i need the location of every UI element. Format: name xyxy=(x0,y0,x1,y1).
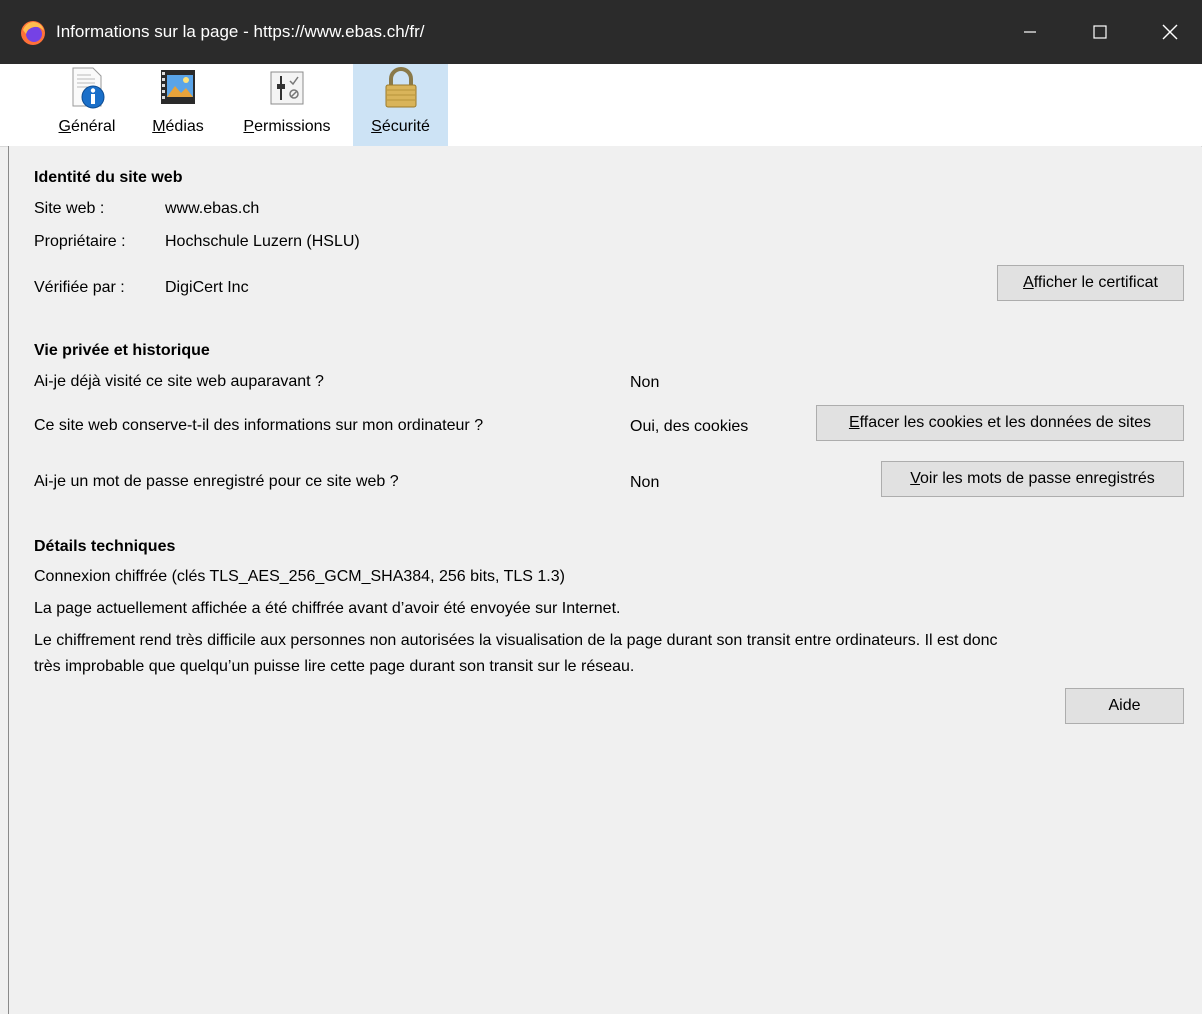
tab-permissions[interactable]: Permissions xyxy=(228,64,346,146)
privacy-heading: Vie privée et historique xyxy=(34,342,210,359)
tab-general[interactable]: Général xyxy=(48,64,126,146)
close-icon xyxy=(1162,24,1178,40)
encryption-explanation-line1: Le chiffrement rend très difficile aux p… xyxy=(34,632,998,649)
identity-heading: Identité du site web xyxy=(34,169,183,186)
visited-answer: Non xyxy=(630,374,660,391)
password-answer: Non xyxy=(630,474,660,491)
permissions-sliders-icon xyxy=(270,71,304,105)
password-question: Ai-je un mot de passe enregistré pour ce… xyxy=(34,473,399,490)
verified-value: DigiCert Inc xyxy=(165,279,249,296)
tab-toolbar: Général Médias Permissions Sécurité xyxy=(0,64,1202,147)
security-panel: Identité du site web Site web : www.ebas… xyxy=(8,146,1201,1014)
info-document-icon xyxy=(72,67,105,109)
encryption-explanation-line2: très improbable que quelqu’un puisse lir… xyxy=(34,658,635,675)
window-title: Informations sur la page - https://www.e… xyxy=(56,22,425,41)
padlock-icon xyxy=(385,67,416,108)
tab-general-label: Général xyxy=(58,118,116,135)
maximize-button[interactable] xyxy=(1065,0,1135,64)
minimize-button[interactable] xyxy=(995,0,1065,64)
owner-label: Propriétaire : xyxy=(34,233,126,250)
minimize-icon xyxy=(1024,31,1036,33)
media-film-icon xyxy=(161,70,195,104)
encryption-statement: La page actuellement affichée a été chif… xyxy=(34,600,621,617)
close-button[interactable] xyxy=(1135,0,1202,64)
connection-details: Connexion chiffrée (clés TLS_AES_256_GCM… xyxy=(34,568,565,585)
view-certificate-button[interactable]: Afficher le certificat xyxy=(997,265,1184,301)
technical-heading: Détails techniques xyxy=(34,538,176,555)
tab-securite[interactable]: Sécurité xyxy=(353,64,448,146)
tab-permissions-label: Permissions xyxy=(243,118,331,135)
website-value: www.ebas.ch xyxy=(165,200,260,217)
tab-securite-label: Sécurité xyxy=(371,118,430,135)
tab-medias[interactable]: Médias xyxy=(140,64,216,146)
cookies-question: Ce site web conserve-t-il des informatio… xyxy=(34,417,484,434)
website-label: Site web : xyxy=(34,200,105,217)
verified-label: Vérifiée par : xyxy=(34,279,125,296)
maximize-icon xyxy=(1093,25,1107,39)
firefox-logo-icon xyxy=(21,21,45,45)
view-passwords-button[interactable]: Voir les mots de passe enregistrés xyxy=(881,461,1184,497)
visited-question: Ai-je déjà visité ce site web auparavant… xyxy=(34,373,324,390)
tab-medias-label: Médias xyxy=(152,118,204,135)
clear-cookies-button[interactable]: Effacer les cookies et les données de si… xyxy=(816,405,1184,441)
cookies-answer: Oui, des cookies xyxy=(630,418,749,435)
owner-value: Hochschule Luzern (HSLU) xyxy=(165,233,360,250)
title-bar: Informations sur la page - https://www.e… xyxy=(0,0,1202,64)
help-button[interactable]: Aide xyxy=(1065,688,1184,724)
